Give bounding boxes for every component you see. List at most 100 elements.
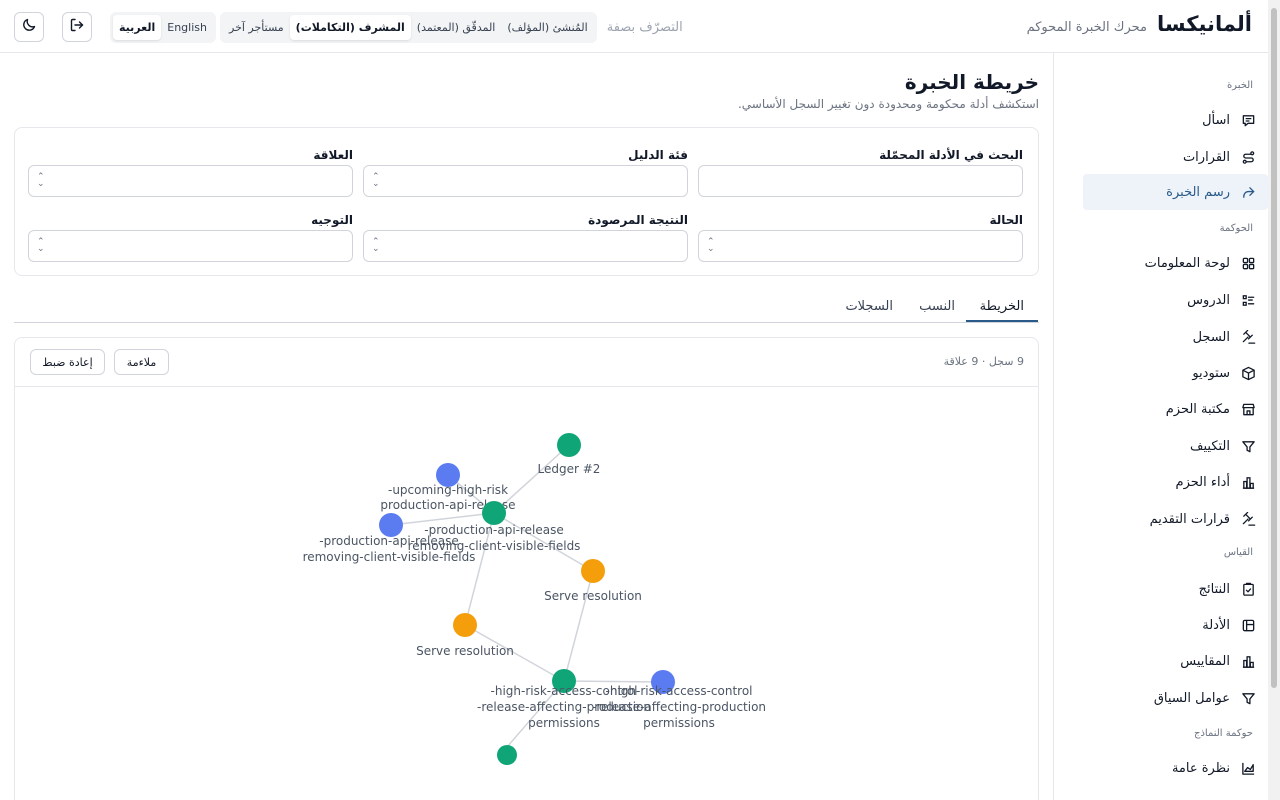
scrollbar-thumb[interactable] xyxy=(1271,8,1277,688)
page-scrollbar[interactable] xyxy=(1268,0,1280,800)
sidebar-item-label: قرارات التقديم xyxy=(1149,511,1230,527)
sidebar-item-expertise-graph[interactable]: رسم الخبرة xyxy=(1083,174,1268,210)
category-select[interactable]: ⌃ ⌄ xyxy=(363,165,688,197)
gavel-icon xyxy=(1240,329,1256,345)
language-arabic[interactable]: العربية xyxy=(113,15,162,40)
clipboard-check-icon xyxy=(1240,581,1256,597)
filter-panel: البحث في الأدلة المحمّلة فئة الدليل ⌃ ⌄ ا… xyxy=(14,127,1039,276)
sidebar-item-label: اسأل xyxy=(1202,112,1230,128)
chevron-updown-icon: ⌃ ⌄ xyxy=(372,172,380,189)
sidebar-item-label: السجل xyxy=(1192,329,1230,345)
sidebar-item-outcomes[interactable]: النتائج xyxy=(1083,571,1268,607)
filter-icon xyxy=(1240,690,1256,706)
sidebar-item-label: ستوديو xyxy=(1192,365,1230,381)
sidebar-item-package-library[interactable]: مكتبة الحزم xyxy=(1083,391,1268,427)
tab-map[interactable]: الخريطة xyxy=(965,299,1038,322)
sidebar-item-label: رسم الخبرة xyxy=(1166,184,1230,200)
persona-segmented-control: المُنشئ (المؤلف) المدقّق (المعتمد) المشر… xyxy=(220,12,597,43)
sidebar-item-context-factors[interactable]: عوامل السياق xyxy=(1083,680,1268,716)
persona-admin[interactable]: المشرف (التكاملات) xyxy=(289,15,411,40)
sidebar-section-model-governance: حوكمة النماذج xyxy=(1193,728,1253,739)
persona-reviewer[interactable]: المدقّق (المعتمد) xyxy=(411,15,502,40)
tab-lineage[interactable]: النسب xyxy=(919,299,955,320)
sidebar-item-ledger[interactable]: السجل xyxy=(1083,319,1268,355)
chat-icon xyxy=(1240,112,1256,128)
sidebar-item-submission-decisions[interactable]: قرارات التقديم xyxy=(1083,501,1268,537)
graph-node[interactable] xyxy=(497,745,517,765)
status-select[interactable]: ⌃ ⌄ xyxy=(698,230,1023,262)
sidebar-item-label: القرارات xyxy=(1182,149,1230,165)
search-input[interactable] xyxy=(698,165,1023,197)
search-label: البحث في الأدلة المحمّلة xyxy=(879,148,1023,162)
graph-node[interactable] xyxy=(453,613,477,637)
graph-node-label: permissions xyxy=(643,716,715,730)
graph-node[interactable] xyxy=(581,559,605,583)
sidebar-item-overview[interactable]: نظرة عامة xyxy=(1083,750,1268,786)
reset-button[interactable]: إعادة ضبط xyxy=(30,349,105,375)
sidebar-section-governance: الحوكمة xyxy=(1219,223,1253,234)
grid-icon xyxy=(1240,255,1256,271)
logout-button[interactable] xyxy=(62,12,92,42)
graph-nodes: upcoming-high-risk- production-api-relea… xyxy=(303,433,766,765)
gavel-icon xyxy=(1240,511,1256,527)
language-english[interactable]: English xyxy=(161,15,213,40)
store-icon xyxy=(1240,401,1256,417)
sidebar-item-label: لوحة المعلومات xyxy=(1144,255,1230,271)
tab-records[interactable]: السجلات xyxy=(845,299,893,320)
graph-node-label: permissions xyxy=(528,716,600,730)
sidebar-item-ask[interactable]: اسأل xyxy=(1083,102,1268,138)
evidence-icon xyxy=(1240,617,1256,633)
top-bar: ألمانيكسا محرك الخبرة المحوكم التصرّف بص… xyxy=(0,0,1268,53)
graph-node-label: release-affecting-production- xyxy=(592,700,766,714)
sidebar-item-label: النتائج xyxy=(1198,581,1230,597)
language-segmented-control: English العربية xyxy=(110,12,216,43)
graph-node-label: high-risk-access-control- xyxy=(606,684,753,698)
brand[interactable]: ألمانيكسا محرك الخبرة المحوكم xyxy=(1027,12,1252,36)
direction-select[interactable]: ⌃ ⌄ xyxy=(28,230,353,262)
graph-node-label: removing-client-visible-fields xyxy=(303,550,476,564)
brand-tagline: محرك الخبرة المحوكم xyxy=(1026,20,1148,35)
sidebar-item-label: الأدلة xyxy=(1202,617,1230,633)
outcome-label: النتيجة المرصودة xyxy=(588,213,688,227)
sidebar: الخبرة اسأل القرارات رسم الخبرة الحوكمة … xyxy=(1053,53,1268,800)
chevron-updown-icon: ⌃ ⌄ xyxy=(37,172,45,189)
graph-node[interactable] xyxy=(482,501,506,525)
area-chart-icon xyxy=(1240,760,1256,776)
chevron-updown-icon: ⌃ ⌄ xyxy=(37,237,45,254)
sidebar-item-package-performance[interactable]: أداء الحزم xyxy=(1083,464,1268,500)
graph-counts: 9 سجل · 9 علاقة xyxy=(943,355,1024,368)
share-icon xyxy=(1240,184,1256,200)
page-title: خريطة الخبرة xyxy=(904,70,1039,94)
theme-toggle-button[interactable] xyxy=(14,12,44,42)
sidebar-item-dashboard[interactable]: لوحة المعلومات xyxy=(1083,245,1268,281)
outcome-select[interactable]: ⌃ ⌄ xyxy=(363,230,688,262)
graph-edge xyxy=(563,680,664,683)
graph-node-label: production-api-release- xyxy=(319,534,459,548)
sidebar-item-metrics[interactable]: المقاييس xyxy=(1083,643,1268,679)
sidebar-item-adaptation[interactable]: التكييف xyxy=(1083,428,1268,464)
persona-author[interactable]: المُنشئ (المؤلف) xyxy=(501,15,593,40)
sidebar-item-lessons[interactable]: الدروس xyxy=(1083,282,1268,318)
expertise-graph-canvas[interactable]: upcoming-high-risk- production-api-relea… xyxy=(15,387,1039,800)
fit-button[interactable]: ملاءمة xyxy=(114,349,169,375)
sidebar-item-label: عوامل السياق xyxy=(1153,690,1230,706)
sidebar-section-measurement: القياس xyxy=(1223,547,1253,558)
list-icon xyxy=(1240,292,1256,308)
relation-select[interactable]: ⌃ ⌄ xyxy=(28,165,353,197)
persona-switcher: التصرّف بصفة المُنشئ (المؤلف) المدقّق (ا… xyxy=(220,12,683,43)
graph-node-label: Serve resolution xyxy=(544,589,642,603)
persona-label: التصرّف بصفة xyxy=(606,20,683,35)
route-icon xyxy=(1240,149,1256,165)
logout-icon xyxy=(69,17,85,37)
main-content: خريطة الخبرة استكشف أدلة محكومة ومحدودة … xyxy=(14,53,1040,800)
persona-other-tenant[interactable]: مستأجر آخر xyxy=(223,15,290,40)
graph-node-label: upcoming-high-risk- xyxy=(388,483,508,497)
moon-icon xyxy=(21,17,37,37)
sidebar-item-studio[interactable]: ستوديو xyxy=(1083,355,1268,391)
sidebar-item-label: الدروس xyxy=(1187,292,1230,308)
sidebar-item-evidence[interactable]: الأدلة xyxy=(1083,607,1268,643)
graph-node[interactable] xyxy=(557,433,581,457)
box-icon xyxy=(1240,365,1256,381)
bar-chart-icon xyxy=(1240,474,1256,490)
sidebar-item-decisions[interactable]: القرارات xyxy=(1083,139,1268,175)
